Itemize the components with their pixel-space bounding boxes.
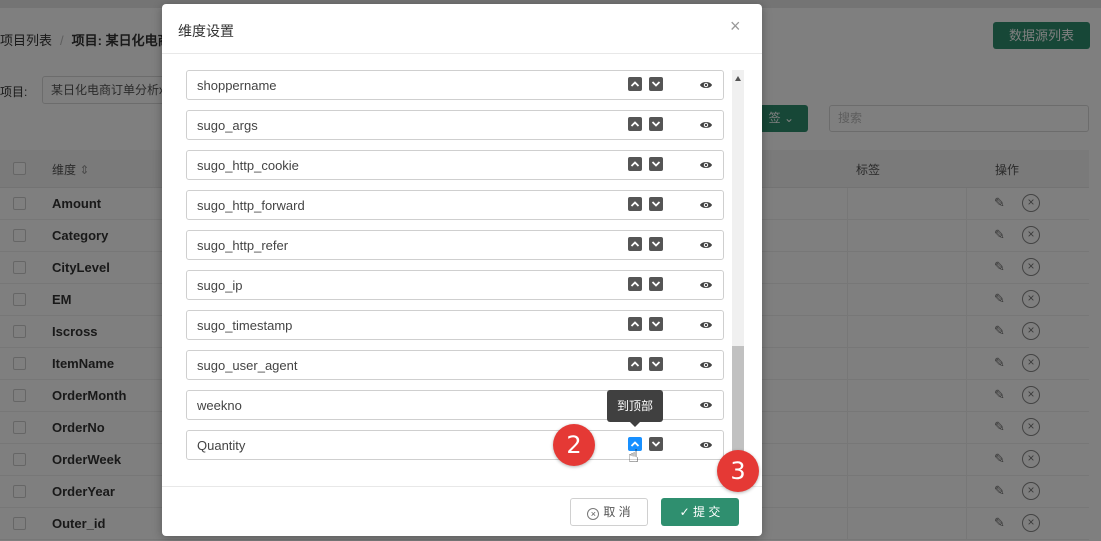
dimension-item[interactable]: sugo_http_forward: [186, 190, 724, 220]
move-up-icon[interactable]: [628, 237, 642, 251]
dimension-item[interactable]: sugo_ip: [186, 270, 724, 300]
move-down-icon[interactable]: [649, 277, 663, 291]
eye-icon[interactable]: [699, 119, 713, 131]
dimension-item-label: sugo_http_forward: [197, 198, 305, 213]
hand-cursor-icon: ☝: [628, 446, 639, 466]
move-down-icon[interactable]: [649, 237, 663, 251]
modal-title: 维度设置: [178, 23, 234, 39]
close-icon[interactable]: ×: [730, 16, 741, 36]
dimension-item-label: shoppername: [197, 78, 277, 93]
move-up-icon[interactable]: [628, 277, 642, 291]
scrollbar[interactable]: [732, 70, 744, 470]
cancel-button[interactable]: × 取 消: [570, 498, 648, 526]
move-down-icon[interactable]: [649, 317, 663, 331]
submit-label: 提 交: [693, 505, 721, 519]
eye-icon[interactable]: [699, 239, 713, 251]
eye-icon[interactable]: [699, 319, 713, 331]
dimension-item-label: Quantity: [197, 438, 246, 453]
dimension-item[interactable]: sugo_args: [186, 110, 724, 140]
dimension-item[interactable]: sugo_timestamp: [186, 310, 724, 340]
move-up-icon[interactable]: [628, 77, 642, 91]
modal-header: 维度设置 ×: [162, 4, 762, 54]
move-down-icon[interactable]: [649, 77, 663, 91]
eye-icon[interactable]: [699, 359, 713, 371]
dimension-item[interactable]: sugo_http_cookie: [186, 150, 724, 180]
move-down-icon[interactable]: [649, 117, 663, 131]
dimension-item-label: sugo_timestamp: [197, 318, 293, 333]
move-up-icon[interactable]: [628, 317, 642, 331]
dimension-item-label: sugo_http_refer: [197, 238, 289, 253]
dimension-settings-modal: 维度设置 × shoppername sugo_args sugo_http_coo…: [162, 4, 762, 536]
step-badge-3: 3: [717, 450, 759, 492]
eye-icon[interactable]: [699, 79, 713, 91]
circle-x-icon: ×: [587, 508, 600, 520]
cancel-label: 取 消: [603, 505, 631, 519]
move-down-icon[interactable]: [649, 437, 663, 451]
move-down-icon[interactable]: [649, 157, 663, 171]
dimension-item[interactable]: sugo_user_agent: [186, 350, 724, 380]
dimension-item-label: sugo_ip: [197, 278, 243, 293]
dimension-item[interactable]: sugo_http_refer: [186, 230, 724, 260]
dimension-item-label: sugo_args: [197, 118, 258, 133]
tooltip: 到顶部: [607, 390, 663, 427]
eye-icon[interactable]: [699, 159, 713, 171]
scroll-up-arrow[interactable]: [735, 76, 741, 81]
dimension-item-label: sugo_http_cookie: [197, 158, 299, 173]
move-up-icon[interactable]: [628, 357, 642, 371]
modal-footer: × 取 消 ✓ 提 交: [162, 486, 762, 536]
eye-icon[interactable]: [699, 399, 713, 411]
dimension-item-label: weekno: [197, 398, 242, 413]
move-up-icon[interactable]: [628, 157, 642, 171]
eye-icon[interactable]: [699, 439, 713, 451]
submit-button[interactable]: ✓ 提 交: [661, 498, 739, 526]
check-icon: ✓: [679, 505, 690, 519]
dimension-item[interactable]: Quantity: [186, 430, 724, 460]
eye-icon[interactable]: [699, 279, 713, 291]
move-up-icon[interactable]: [628, 117, 642, 131]
move-down-icon[interactable]: [649, 357, 663, 371]
step-badge-2: 2: [553, 424, 595, 466]
move-up-icon[interactable]: [628, 197, 642, 211]
dimension-item[interactable]: shoppername: [186, 70, 724, 100]
eye-icon[interactable]: [699, 199, 713, 211]
dimension-item-label: sugo_user_agent: [197, 358, 298, 373]
move-down-icon[interactable]: [649, 197, 663, 211]
